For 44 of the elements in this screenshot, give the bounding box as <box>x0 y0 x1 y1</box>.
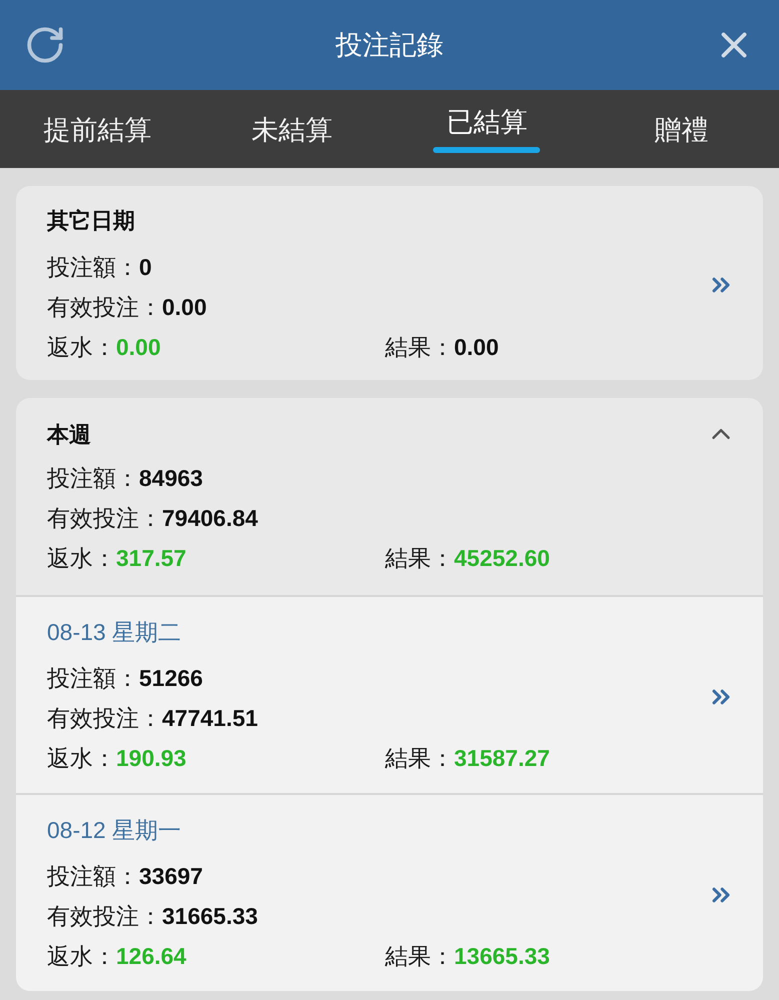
field-value: 0.00 <box>162 292 207 322</box>
field-label: 結果： <box>385 544 454 573</box>
field-label: 投注額： <box>47 664 139 693</box>
field-label: 投注額： <box>47 464 139 493</box>
card-title: 其它日期 <box>47 206 135 234</box>
field-value: 84963 <box>139 464 203 493</box>
field-label: 結果： <box>385 332 454 362</box>
field-value: 51266 <box>139 664 203 693</box>
field-value: 45252.60 <box>454 544 550 573</box>
field-value: 317.57 <box>116 544 186 573</box>
field-value: 31665.33 <box>162 902 258 931</box>
summary-card[interactable]: 其它日期 投注額：0 有效投注：0.00 返水：0.00 結果：0.00 <box>16 186 763 380</box>
field-value: 0.00 <box>116 332 161 362</box>
card-title: 本週 <box>47 420 91 448</box>
field-label: 投注額： <box>47 862 139 891</box>
field-value: 190.93 <box>116 744 186 773</box>
field-label: 結果： <box>385 942 454 971</box>
field-label: 有效投注： <box>47 504 162 533</box>
tab[interactable]: 提前結算 <box>0 90 195 168</box>
day-date: 08-12 星期一 <box>47 816 182 845</box>
field-label: 返水： <box>47 744 116 773</box>
field-label: 返水： <box>47 332 116 362</box>
tab[interactable]: 贈禮 <box>584 90 779 168</box>
field-label: 有效投注： <box>47 902 162 931</box>
day-date: 08-13 星期二 <box>47 618 182 647</box>
day-summary-row[interactable]: 08-13 星期二 投注額：51266 有效投注：47741.51 返水：190.93 結果：31587.27 <box>16 595 763 793</box>
field-value: 79406.84 <box>162 504 258 533</box>
field-label: 有效投注： <box>47 292 162 322</box>
field-value: 0.00 <box>454 332 499 362</box>
field-value: 31587.27 <box>454 744 550 773</box>
field-value: 13665.33 <box>454 942 550 971</box>
tab[interactable]: 已結算 <box>390 90 584 168</box>
window-title: 投注記錄 <box>336 28 444 62</box>
field-value: 126.64 <box>116 942 186 971</box>
field-label: 返水： <box>47 544 116 573</box>
tab[interactable]: 未結算 <box>194 90 390 168</box>
field-label: 有效投注： <box>47 704 162 733</box>
field-label: 結果： <box>385 744 454 773</box>
field-value: 0 <box>139 252 152 282</box>
day-summary-row[interactable]: 08-12 星期一 投注額：33697 有效投注：31665.33 返水：126.64 結果：13665.33 <box>16 793 763 991</box>
field-label: 投注額： <box>47 252 139 282</box>
field-value: 47741.51 <box>162 704 258 733</box>
field-value: 33697 <box>139 862 203 891</box>
field-label: 返水： <box>47 942 116 971</box>
